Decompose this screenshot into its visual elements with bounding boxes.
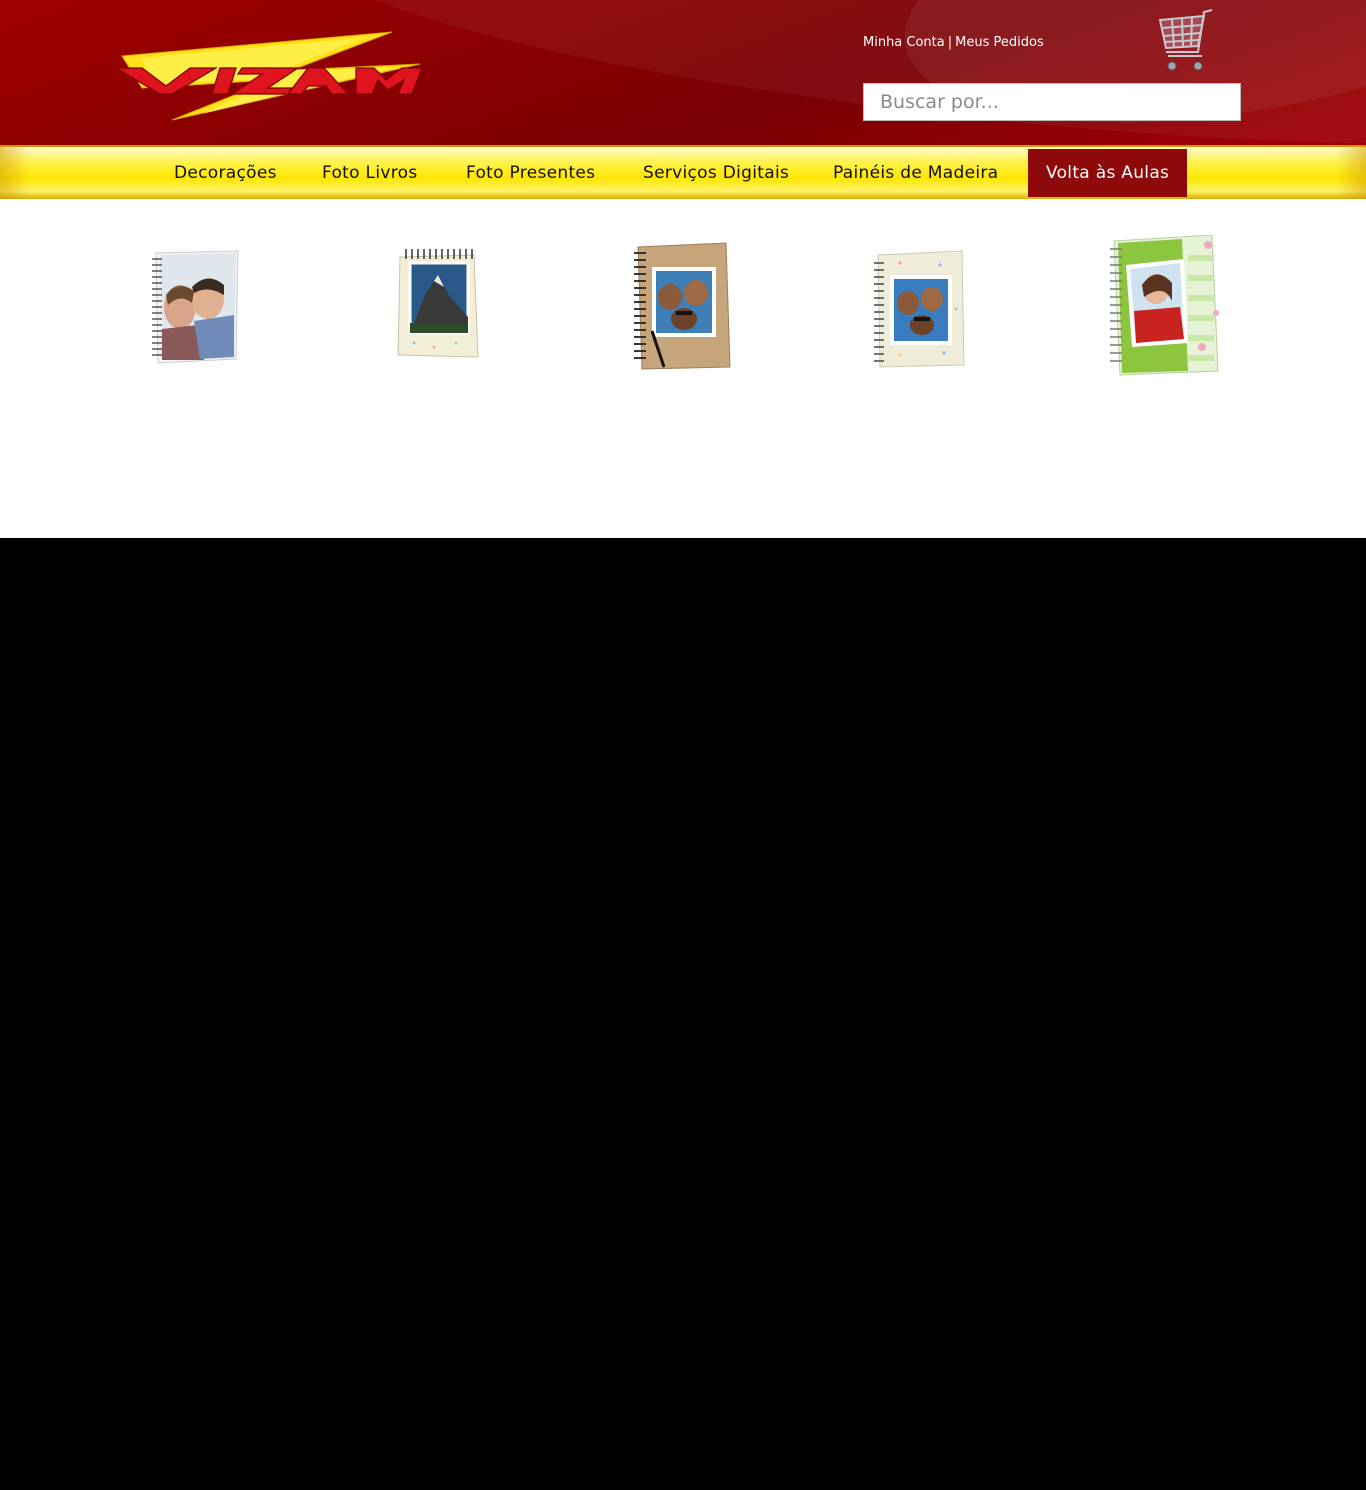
product-notebook-mountain[interactable] xyxy=(394,247,482,361)
my-orders-link[interactable]: Meus Pedidos xyxy=(955,35,1044,50)
nav-edge-shadow xyxy=(1336,147,1366,199)
product-showcase xyxy=(0,199,1366,538)
nav-item-volta-as-aulas[interactable]: Volta às Aulas xyxy=(1028,149,1188,197)
search-input[interactable] xyxy=(863,83,1241,121)
shopping-cart-icon[interactable] xyxy=(1152,6,1216,74)
nav-item-foto-presentes[interactable]: Foto Presentes xyxy=(466,149,595,197)
nav-edge-shadow xyxy=(0,147,30,199)
link-separator: | xyxy=(947,35,953,50)
nav-item-paineis-de-madeira[interactable]: Painéis de Madeira xyxy=(833,149,998,197)
account-links: Minha Conta | Meus Pedidos xyxy=(863,35,1044,50)
nav-item-decoracoes[interactable]: Decorações xyxy=(174,149,277,197)
my-account-link[interactable]: Minha Conta xyxy=(863,35,945,50)
main-navigation: Decorações Foto Livros Foto Presentes Se… xyxy=(0,145,1366,199)
product-notebook-couple[interactable] xyxy=(148,249,242,365)
vizam-logo[interactable] xyxy=(112,28,432,124)
site-header: Minha Conta | Meus Pedidos xyxy=(0,0,1366,145)
nav-item-foto-livros[interactable]: Foto Livros xyxy=(322,149,417,197)
nav-item-servicos-digitais[interactable]: Serviços Digitais xyxy=(643,149,789,197)
product-notebook-green-girl[interactable] xyxy=(1104,235,1224,379)
product-notebook-dots-friends[interactable] xyxy=(870,249,968,369)
product-notebook-kraft-friends[interactable] xyxy=(630,241,734,373)
